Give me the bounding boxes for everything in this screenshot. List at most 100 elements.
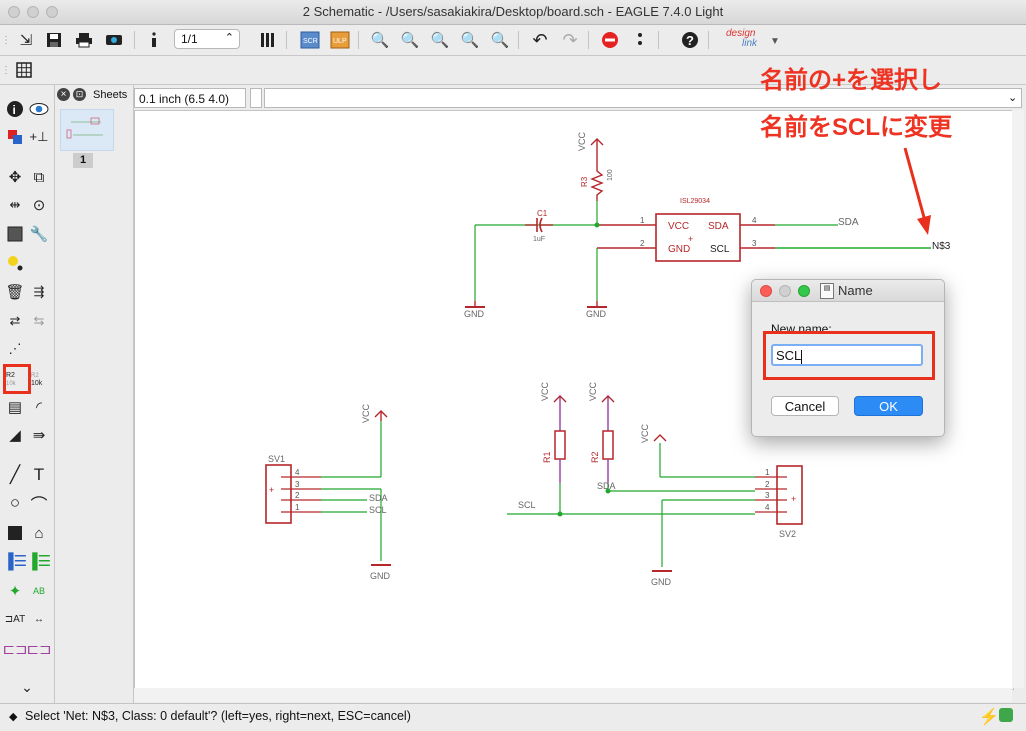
dimension-icon[interactable]: ↔ xyxy=(27,607,51,631)
annotation-line-2: 名前をSCLに変更 xyxy=(760,114,952,141)
dialog-zoom-button[interactable] xyxy=(798,285,810,297)
rotate-icon[interactable]: ⊙ xyxy=(27,193,51,217)
show-icon[interactable] xyxy=(27,97,51,121)
bus-icon[interactable]: ▐☰ xyxy=(3,549,27,573)
zoom-fit-icon[interactable]: 🔍 xyxy=(368,28,392,52)
svg-text:?: ? xyxy=(686,33,694,48)
more-tools-icon[interactable]: ⌄ xyxy=(15,675,39,699)
command-dropdown-icon[interactable]: ⌄ xyxy=(1008,91,1017,104)
vcc-label-r1: VCC xyxy=(540,381,550,401)
move-icon[interactable]: ✥ xyxy=(3,165,27,189)
window-title: 2 Schematic - /Users/sasakiakira/Desktop… xyxy=(302,4,724,19)
junction-icon[interactable]: ✦ xyxy=(3,579,27,603)
drc-status-icon[interactable] xyxy=(999,708,1013,722)
board-switch-icon[interactable] xyxy=(256,28,280,52)
mirror-icon[interactable]: ⇹ xyxy=(3,193,27,217)
pinswap-icon[interactable]: ⇄ xyxy=(3,309,27,333)
mark-icon[interactable]: +⊥ xyxy=(27,125,51,149)
run-ulp-icon[interactable]: ULP xyxy=(328,28,352,52)
add-icon[interactable]: ⇶ xyxy=(27,280,51,304)
redraw-icon[interactable]: 🔍 xyxy=(458,28,482,52)
net-label-sda-ic: SDA xyxy=(838,217,859,228)
print-icon[interactable] xyxy=(72,28,96,52)
zoom-out-icon[interactable]: 🔍 xyxy=(428,28,452,52)
arc-icon[interactable]: ⌒ xyxy=(27,491,51,515)
attribute-icon[interactable]: ⊐AT xyxy=(3,607,27,631)
zoom-in-icon[interactable]: 🔍 xyxy=(398,28,422,52)
r2-name: R2 xyxy=(590,451,600,463)
lightning-icon[interactable]: ⚡ xyxy=(979,707,999,727)
dialog-minimize-button[interactable] xyxy=(779,285,791,297)
new-name-input[interactable]: SCL xyxy=(771,344,923,366)
dialog-close-button[interactable] xyxy=(760,285,772,297)
undo-icon[interactable]: ↶ xyxy=(528,28,552,52)
paste-icon[interactable] xyxy=(3,251,27,275)
annotation-arrow xyxy=(903,147,931,235)
gateswap-icon[interactable]: ⇆ xyxy=(27,309,51,333)
value-icon[interactable]: R2 10k xyxy=(29,367,53,391)
resistor-r2 xyxy=(602,430,614,460)
r3-value: 100 xyxy=(607,169,614,181)
r3-name: R3 xyxy=(580,176,589,187)
delete-icon[interactable]: 🗑 xyxy=(3,280,27,304)
dialog-title: Name xyxy=(838,283,873,298)
net-icon[interactable]: ▐☰ xyxy=(27,549,51,573)
ic-origin: + xyxy=(688,234,693,244)
status-text: Select 'Net: N$3, Class: 0 default'? (le… xyxy=(25,709,411,723)
float-panel-icon[interactable]: ⊡ xyxy=(73,88,86,101)
sheets-title: Sheets xyxy=(93,89,128,101)
replace-icon[interactable]: ⋰ xyxy=(3,337,27,361)
miter-icon[interactable]: ◜ xyxy=(27,395,51,419)
text-cursor xyxy=(801,349,803,364)
close-panel-icon[interactable]: × xyxy=(57,88,70,101)
main-toolbar: ⋮ ⇲ 1/1⌃ SCR ULP 🔍 🔍 🔍 🔍 🔍 ↶ ↷ ? design xyxy=(0,25,1026,56)
display-layers-icon[interactable] xyxy=(3,125,27,149)
redo-icon[interactable]: ↷ xyxy=(558,28,582,52)
go-icon[interactable] xyxy=(628,28,652,52)
pin-num-2: 2 xyxy=(640,239,645,248)
sheet-thumbnail[interactable] xyxy=(60,109,114,151)
split-icon[interactable]: ◢ xyxy=(3,423,27,447)
app-icon: ▤ xyxy=(820,283,834,299)
module-icon[interactable]: ⊏⊐ xyxy=(26,637,51,661)
circle-icon[interactable]: ○ xyxy=(3,491,27,515)
title-bar: 2 Schematic - /Users/sasakiakira/Desktop… xyxy=(0,0,1026,25)
smash-icon[interactable]: ▤ xyxy=(3,395,27,419)
change-icon[interactable]: 🔧 xyxy=(27,222,51,246)
copy-icon[interactable]: ⧉ xyxy=(27,165,51,189)
open-icon[interactable]: ⇲ xyxy=(14,28,38,52)
sv1-sda-label: SDA xyxy=(369,493,388,503)
invoke-icon[interactable]: ⇛ xyxy=(27,423,51,447)
rect-icon[interactable] xyxy=(3,521,27,545)
info-icon[interactable]: i xyxy=(3,97,27,121)
cam-processor-icon[interactable] xyxy=(102,28,126,52)
zoom-select-icon[interactable]: 🔍 xyxy=(488,28,512,52)
sv2-pin2: 2 xyxy=(765,480,770,489)
sheet-navigate-icon[interactable] xyxy=(142,28,166,52)
sv1-name: SV1 xyxy=(268,454,285,464)
design-link-button[interactable]: design link ▼ xyxy=(722,28,782,52)
help-icon[interactable]: ? xyxy=(678,28,702,52)
name-tool-highlight xyxy=(3,364,31,394)
text-icon[interactable]: T xyxy=(27,463,51,487)
command-history-button[interactable] xyxy=(250,88,262,108)
toolbar-grip-icon: ⋮ xyxy=(1,34,11,46)
polygon-icon[interactable]: ⌂ xyxy=(27,521,51,545)
label-icon[interactable]: AB xyxy=(27,579,51,603)
group-icon[interactable] xyxy=(3,222,27,246)
name-dialog: ▤ Name New name: SCL Cancel OK xyxy=(751,279,945,437)
frame-icon[interactable]: ⊏⊐ xyxy=(2,637,27,661)
gnd-label-ic: GND xyxy=(586,309,607,319)
horizontal-scrollbar[interactable] xyxy=(134,688,1012,702)
junction-dot xyxy=(594,222,600,228)
grid-icon[interactable] xyxy=(12,58,36,82)
wire-icon[interactable]: ╱ xyxy=(3,463,27,487)
dialog-title-bar: ▤ Name xyxy=(752,280,944,302)
ok-button[interactable]: OK xyxy=(854,396,923,416)
stop-icon[interactable] xyxy=(598,28,622,52)
vertical-scrollbar[interactable] xyxy=(1012,110,1024,688)
run-script-icon[interactable]: SCR xyxy=(298,28,322,52)
save-icon[interactable] xyxy=(42,28,66,52)
cancel-button[interactable]: Cancel xyxy=(771,396,839,416)
page-selector[interactable]: 1/1 ⌃ xyxy=(174,29,240,49)
